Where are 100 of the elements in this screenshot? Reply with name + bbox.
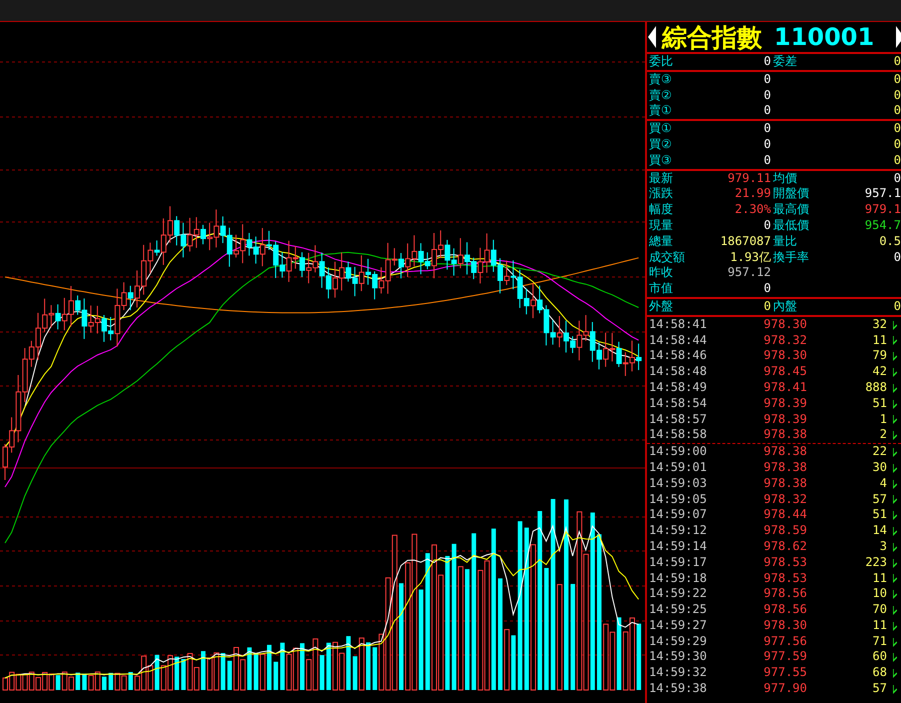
trade-time: 14:59:18	[648, 570, 708, 586]
stat-value: 2.30%	[734, 202, 771, 218]
order-level-label: 賣②	[648, 88, 673, 104]
trade-volume: 60	[872, 649, 887, 666]
stat-value: 1867087	[720, 234, 771, 250]
trade-time: 14:59:14	[648, 538, 708, 555]
order-level-label: 賣③	[648, 72, 673, 88]
trade-time: 14:58:46	[648, 348, 708, 364]
stat-label: 量比	[772, 234, 798, 250]
trade-volume: 51	[872, 507, 887, 524]
stat-value: 979.1	[864, 202, 901, 218]
trade-price: 977.56	[764, 634, 807, 650]
field-label: 外盤	[648, 298, 674, 315]
stat-value: 957.12	[728, 265, 771, 282]
stat-label: 市值	[648, 281, 674, 297]
trade-volume: 32	[872, 316, 887, 333]
field-label: 委比	[648, 54, 674, 70]
trade-price: 978.45	[764, 364, 807, 380]
trade-price: 978.38	[764, 476, 807, 492]
trade-price: 978.53	[764, 554, 807, 570]
trade-time: 14:58:48	[648, 364, 708, 380]
trade-time: 14:59:05	[648, 492, 708, 508]
trade-time: 14:59:32	[648, 665, 708, 682]
stat-label: 最低價	[772, 218, 810, 234]
trade-volume: 51	[872, 396, 887, 412]
stat-value: 0	[764, 281, 771, 297]
trade-volume: 79	[872, 348, 887, 364]
trade-price: 978.62	[764, 538, 807, 555]
trade-volume: 70	[872, 602, 887, 618]
trade-time: 14:59:29	[648, 634, 708, 650]
trade-volume: 68	[872, 665, 887, 682]
trade-time: 14:59:17	[648, 554, 708, 570]
order-level-label: 買①	[648, 121, 673, 137]
trade-price: 978.39	[764, 396, 807, 412]
trade-volume: 10	[872, 586, 887, 602]
order-volume: 0	[894, 152, 901, 169]
trade-price: 978.39	[764, 412, 807, 428]
trade-volume: 14	[872, 523, 887, 539]
order-level-label: 賣①	[648, 103, 673, 120]
trade-price: 978.41	[764, 380, 807, 396]
trade-price: 978.56	[764, 602, 807, 618]
stat-label: 總量	[648, 234, 674, 250]
trade-time: 14:58:58	[648, 427, 708, 444]
field-value: 0	[764, 54, 771, 70]
trade-time: 14:59:22	[648, 586, 708, 602]
trade-volume: 2	[880, 427, 887, 444]
stat-label: 成交額	[648, 250, 686, 266]
trade-price: 978.30	[764, 618, 807, 634]
trade-time: 14:58:54	[648, 396, 708, 412]
trade-volume: 4	[880, 476, 887, 492]
stat-value: 0.5	[879, 234, 901, 250]
trade-volume: 30	[872, 460, 887, 476]
trade-price: 978.59	[764, 523, 807, 539]
trade-volume: 223	[865, 554, 887, 570]
trade-time: 14:59:27	[648, 618, 708, 634]
left-arrow-icon[interactable]	[648, 26, 656, 48]
stat-label: 換手率	[772, 250, 810, 266]
trade-price: 978.32	[764, 332, 807, 348]
trade-price: 978.38	[764, 427, 807, 444]
trade-volume: 57	[872, 681, 887, 697]
trade-price: 977.55	[764, 665, 807, 682]
trade-volume: 11	[872, 570, 887, 586]
order-price: 0	[764, 121, 771, 137]
trade-volume: 57	[872, 492, 887, 508]
trade-time: 14:58:44	[648, 332, 708, 348]
trade-volume: 11	[872, 618, 887, 634]
trade-time: 14:59:38	[648, 681, 708, 697]
trade-time: 14:58:49	[648, 380, 708, 396]
stat-label: 最新	[648, 170, 674, 186]
trade-time: 14:59:12	[648, 523, 708, 539]
stat-label: 開盤價	[772, 186, 810, 202]
order-volume: 0	[894, 136, 901, 153]
order-level-label: 買②	[648, 136, 673, 153]
order-volume: 0	[894, 121, 901, 137]
trade-volume: 888	[865, 380, 887, 396]
trade-time: 14:59:25	[648, 602, 708, 618]
trade-price: 978.30	[764, 316, 807, 333]
right-arrow-icon[interactable]	[896, 26, 901, 48]
trade-volume: 1	[880, 412, 887, 428]
order-volume: 0	[894, 88, 901, 104]
stat-value: 954.7	[864, 218, 901, 234]
stat-label: 現量	[648, 218, 674, 234]
trade-time: 14:59:00	[648, 444, 708, 460]
stat-value: 0	[764, 218, 771, 234]
index-name: 綜合指數	[662, 22, 762, 54]
field-value: 0	[894, 54, 901, 70]
stat-value: 0	[894, 170, 901, 186]
index-code: 110001	[774, 23, 874, 51]
trade-price: 978.56	[764, 586, 807, 602]
field-value: 0	[764, 298, 771, 315]
trade-price: 978.44	[764, 507, 807, 524]
trade-volume: 22	[872, 444, 887, 460]
trade-time: 14:58:57	[648, 412, 708, 428]
order-price: 0	[764, 72, 771, 88]
stat-value: 0	[894, 250, 901, 266]
trade-time: 14:59:01	[648, 460, 708, 476]
order-price: 0	[764, 136, 771, 153]
trade-volume: 3	[880, 538, 887, 555]
field-label: 委差	[772, 54, 798, 70]
trade-volume: 11	[872, 332, 887, 348]
